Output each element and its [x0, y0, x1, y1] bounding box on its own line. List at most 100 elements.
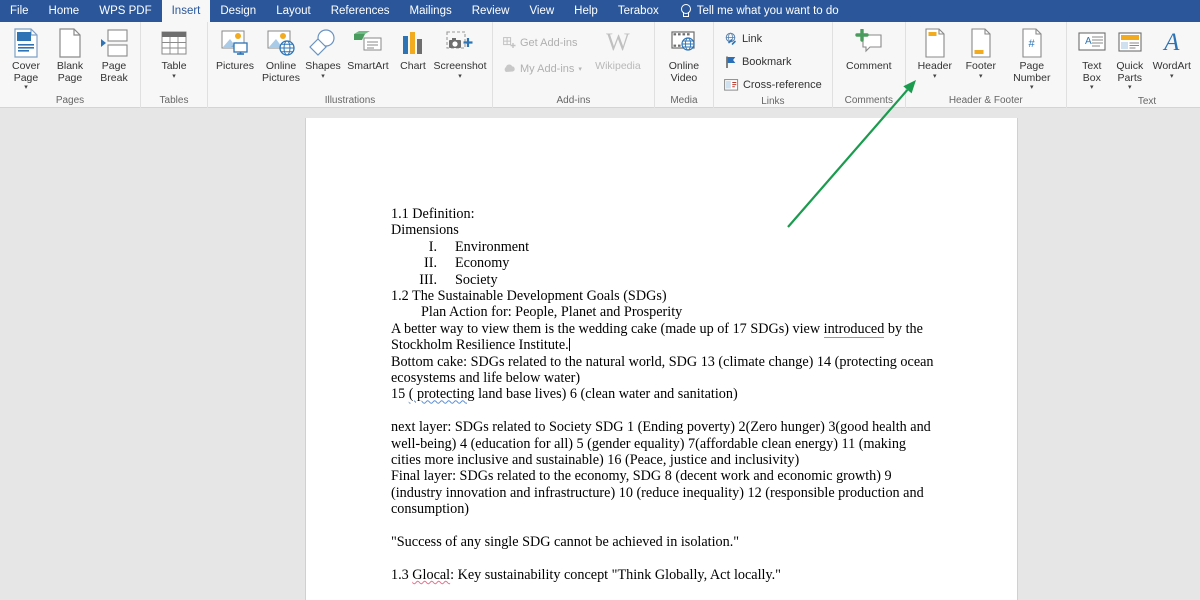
doc-line-sdgs-heading: 1.2 The Sustainable Development Goals (S…: [391, 288, 667, 305]
tab-view[interactable]: View: [519, 0, 564, 22]
document-page[interactable]: 1.1 Definition: Dimensions I. Environment…: [305, 118, 1018, 600]
list-numeral: III.: [419, 271, 437, 288]
doc-line-plan-action: Plan Action for: People, Planet and Pros…: [421, 304, 683, 321]
online-pictures-label: Online Pictures: [262, 60, 300, 84]
online-pictures-button[interactable]: Online Pictures: [258, 25, 304, 86]
doc-line-definition: 1.1 Definition:: [391, 206, 475, 222]
get-add-ins-label: Get Add-ins: [520, 37, 578, 49]
chart-button[interactable]: Chart: [394, 25, 432, 75]
header-label: Header: [917, 60, 953, 72]
tab-references[interactable]: References: [321, 0, 400, 22]
tab-design[interactable]: Design: [210, 0, 266, 22]
bookmark-button[interactable]: Bookmark: [722, 52, 824, 72]
comment-label: Comment: [846, 60, 892, 72]
chevron-down-icon[interactable]: ▾: [24, 84, 28, 91]
shapes-label: Shapes: [305, 60, 341, 72]
wikipedia-button[interactable]: W Wikipedia: [590, 25, 646, 75]
tab-insert[interactable]: Insert: [161, 0, 211, 22]
chart-label: Chart: [400, 60, 426, 72]
group-label-media: Media: [670, 95, 698, 106]
doc-list-item-economy: II. Economy: [391, 255, 936, 271]
chevron-down-icon[interactable]: ▾: [1170, 73, 1174, 80]
chevron-down-icon[interactable]: ▾: [458, 73, 462, 80]
tab-file[interactable]: File: [0, 0, 39, 22]
tab-layout[interactable]: Layout: [266, 0, 321, 22]
pictures-button[interactable]: Pictures: [212, 25, 258, 75]
table-button[interactable]: Table ▾: [151, 25, 197, 82]
header-button[interactable]: Header ▾: [912, 25, 958, 82]
doc-text-fragment: : Key sustainability concept "Think Glob…: [450, 566, 781, 583]
link-button[interactable]: Link: [722, 29, 824, 49]
online-video-button[interactable]: Online Video: [661, 25, 707, 86]
footer-icon: [969, 27, 993, 59]
header-icon: [923, 27, 947, 59]
chevron-down-icon[interactable]: ▾: [1128, 84, 1132, 91]
tab-wps-pdf[interactable]: WPS PDF: [89, 0, 161, 22]
text-box-button[interactable]: A Text Box ▾: [1073, 25, 1111, 93]
table-icon: [160, 27, 188, 59]
page-break-label: Page Break: [100, 60, 128, 84]
list-text: Society: [455, 271, 498, 288]
chevron-down-icon[interactable]: ▾: [321, 73, 325, 80]
page-break-button[interactable]: Page Break: [92, 25, 136, 86]
list-numeral: I.: [428, 238, 437, 255]
chevron-down-icon[interactable]: ▾: [933, 73, 937, 80]
doc-list-item-environment: I. Environment: [391, 239, 936, 255]
wikipedia-icon: W: [606, 29, 630, 56]
screenshot-button[interactable]: Screenshot ▾: [432, 25, 488, 82]
spellcheck-underlined-word: Glocal: [412, 566, 451, 583]
shapes-button[interactable]: Shapes ▾: [304, 25, 342, 82]
my-add-ins-button[interactable]: My Add-ins ▾: [501, 59, 584, 79]
blank-page-button[interactable]: Blank Page: [48, 25, 92, 86]
doc-text-fragment: 15: [391, 386, 409, 403]
link-label: Link: [741, 33, 763, 45]
comment-button[interactable]: Comment: [841, 25, 897, 75]
doc-blank-line: [391, 403, 936, 419]
svg-text:#: #: [1028, 38, 1035, 50]
doc-line-bottom-cake: Bottom cake: SDGs related to the natural…: [391, 353, 934, 387]
ribbon-group-media: Online Video Media: [655, 22, 714, 108]
page-break-icon: [99, 27, 129, 59]
list-text: Environment: [455, 238, 530, 255]
smartart-button[interactable]: SmartArt: [342, 25, 394, 75]
text-box-icon: A: [1078, 27, 1106, 59]
blank-page-label: Blank Page: [56, 60, 84, 84]
tell-me-search[interactable]: Tell me what you want to do: [679, 0, 839, 22]
doc-text-fragment: 1.3: [391, 566, 413, 583]
footer-button[interactable]: Footer ▾: [958, 25, 1004, 82]
ribbon-group-illustrations: Pictures Online Pictures Shapes ▾ SmartA…: [208, 22, 493, 108]
cross-reference-label: Cross-reference: [742, 79, 822, 91]
smartart-label: SmartArt: [347, 60, 389, 72]
chevron-down-icon[interactable]: ▾: [979, 73, 983, 80]
chevron-down-icon[interactable]: ▾: [172, 73, 176, 80]
cross-reference-button[interactable]: Cross-reference: [722, 75, 824, 95]
spellcheck-underlined-word: introduced: [823, 320, 885, 338]
group-label-tables: Tables: [159, 95, 189, 106]
document-body-text[interactable]: 1.1 Definition: Dimensions I. Environment…: [391, 206, 936, 583]
link-icon: [724, 32, 738, 46]
grammar-underlined-text: ( protecting: [408, 386, 475, 403]
footer-label: Footer: [965, 60, 996, 72]
doc-blank-line: [391, 518, 936, 534]
cover-page-button[interactable]: Cover Page ▾: [4, 25, 48, 93]
svg-text:A: A: [1085, 36, 1092, 47]
chevron-down-icon[interactable]: ▾: [1090, 84, 1094, 91]
tab-mailings[interactable]: Mailings: [400, 0, 462, 22]
wordart-button[interactable]: A WordArt ▾: [1149, 25, 1195, 82]
page-number-button[interactable]: # Page Number ▾: [1004, 25, 1060, 93]
page-number-icon: #: [1020, 27, 1044, 59]
tab-terabox[interactable]: Terabox: [608, 0, 669, 22]
chevron-down-icon[interactable]: ▾: [578, 66, 582, 73]
quick-parts-button[interactable]: Quick Parts ▾: [1111, 25, 1149, 93]
pictures-label: Pictures: [216, 60, 254, 72]
group-label-links: Links: [761, 96, 785, 107]
drop-cap-button[interactable]: A Drop Cap ▾: [1195, 25, 1200, 93]
tab-home[interactable]: Home: [39, 0, 90, 22]
chevron-down-icon[interactable]: ▾: [1030, 84, 1034, 91]
tell-me-label: Tell me what you want to do: [696, 5, 839, 17]
get-add-ins-button[interactable]: Get Add-ins: [501, 33, 584, 53]
text-cursor: [568, 338, 570, 352]
bookmark-label: Bookmark: [741, 56, 792, 68]
tab-review[interactable]: Review: [462, 0, 520, 22]
tab-help[interactable]: Help: [564, 0, 608, 22]
